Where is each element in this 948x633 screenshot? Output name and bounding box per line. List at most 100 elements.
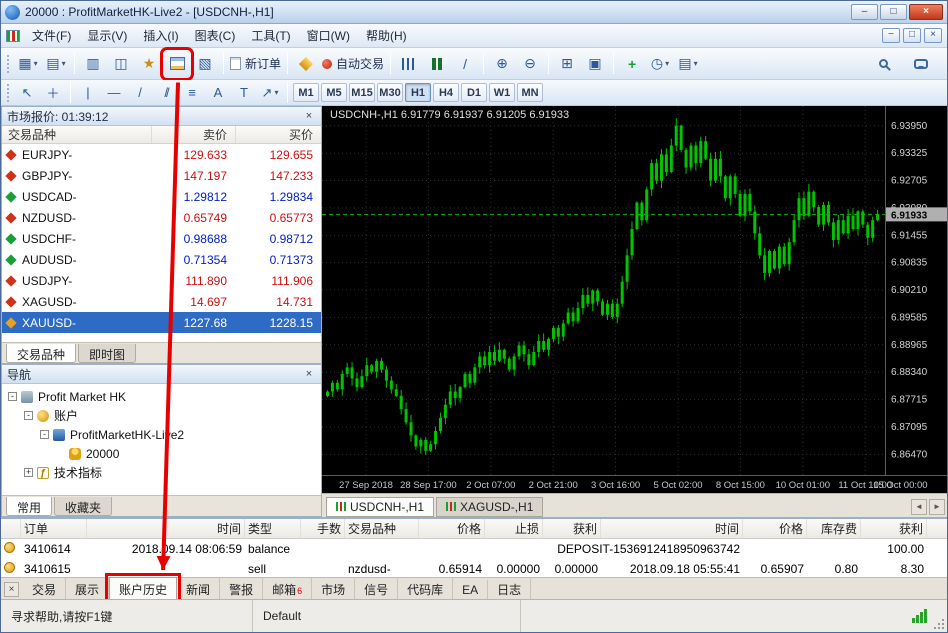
periods-dropdown-button[interactable]: ◷▾: [647, 51, 673, 77]
timeframe-d1[interactable]: D1: [461, 83, 487, 102]
tree-expander[interactable]: +: [24, 468, 33, 477]
scroll-right-button[interactable]: ►: [929, 499, 945, 515]
terminal-column-header[interactable]: 价格: [419, 519, 485, 538]
cursor-button[interactable]: ↖: [15, 82, 39, 103]
terminal-column-header[interactable]: 库存费: [807, 519, 861, 538]
market-watch-close-icon[interactable]: ×: [302, 110, 316, 122]
market-watch-toggle-button[interactable]: ▥: [80, 51, 106, 77]
data-window-toggle-button[interactable]: ◫: [108, 51, 134, 77]
toolbar-grip[interactable]: [7, 84, 10, 102]
terminal-column-header[interactable]: 止损: [485, 519, 543, 538]
horizontal-line-button[interactable]: —: [102, 82, 126, 103]
search-button[interactable]: [870, 51, 896, 77]
market-watch-row[interactable]: USDCHF-0.986880.98712: [2, 228, 321, 249]
indicators-add-button[interactable]: +: [619, 51, 645, 77]
timeframe-mn[interactable]: MN: [517, 83, 543, 102]
close-button[interactable]: ×: [909, 4, 943, 20]
navigator-item[interactable]: +ƒ技术指标: [2, 463, 321, 482]
minimize-button[interactable]: –: [851, 4, 878, 20]
text-label-button[interactable]: T: [232, 82, 256, 103]
zoom-out-button[interactable]: ⊖: [517, 51, 543, 77]
chart-tab[interactable]: USDCNH-,H1: [326, 497, 434, 517]
timeframe-h1[interactable]: H1: [405, 83, 431, 102]
terminal-tab[interactable]: 警报: [220, 578, 263, 601]
menu-insert[interactable]: 插入(I): [135, 24, 186, 47]
history-row[interactable]: 34106142018.09.14 08:06:59balanceDEPOSIT…: [1, 539, 948, 559]
chart-window-icon[interactable]: [6, 30, 20, 42]
terminal-column-header[interactable]: 手数: [301, 519, 345, 538]
tab-common[interactable]: 常用: [6, 497, 52, 516]
menu-view[interactable]: 显示(V): [79, 24, 135, 47]
menu-file[interactable]: 文件(F): [24, 24, 79, 47]
templates-dropdown-button[interactable]: ▤▾: [675, 51, 701, 77]
menu-tools[interactable]: 工具(T): [243, 24, 298, 47]
market-watch-row[interactable]: USDCAD-1.298121.29834: [2, 186, 321, 207]
market-watch-row[interactable]: USDJPY-111.890111.906: [2, 270, 321, 291]
child-close-button[interactable]: ×: [924, 28, 942, 43]
arrows-button[interactable]: ↗▾: [258, 82, 282, 103]
child-restore-button[interactable]: □: [903, 28, 921, 43]
crosshair-button[interactable]: ＋: [41, 82, 65, 103]
tab-favorites[interactable]: 收藏夹: [54, 497, 112, 516]
maximize-button[interactable]: □: [880, 4, 907, 20]
vertical-line-button[interactable]: |: [76, 82, 100, 103]
navigator-item[interactable]: -ProfitMarketHK-Live2: [2, 425, 321, 444]
market-watch-row[interactable]: NZDUSD-0.657490.65773: [2, 207, 321, 228]
terminal-tab[interactable]: 日志: [488, 578, 531, 601]
chat-button[interactable]: [908, 51, 934, 77]
new-chart-button[interactable]: ▦▾: [15, 51, 41, 77]
tab-tick-chart[interactable]: 即时图: [78, 344, 136, 363]
column-bid[interactable]: 卖价: [151, 126, 235, 143]
terminal-tab[interactable]: 交易: [23, 578, 66, 601]
terminal-tab[interactable]: 代码库: [398, 578, 453, 601]
new-order-button[interactable]: 新订单: [229, 51, 282, 77]
cascade-windows-button[interactable]: ▣: [582, 51, 608, 77]
navigator-item[interactable]: -Profit Market HK: [2, 387, 321, 406]
column-ask[interactable]: 买价: [235, 126, 321, 143]
timeframe-w1[interactable]: W1: [489, 83, 515, 102]
terminal-tab[interactable]: 新闻: [177, 578, 220, 601]
toolbar-grip[interactable]: [7, 55, 10, 73]
timeframe-m30[interactable]: M30: [377, 83, 403, 102]
timeframe-m15[interactable]: M15: [349, 83, 375, 102]
metaeditor-button[interactable]: [293, 51, 319, 77]
profiles-button[interactable]: ▤▾: [43, 51, 69, 77]
child-minimize-button[interactable]: −: [882, 28, 900, 43]
candlestick-chart-button[interactable]: [424, 51, 450, 77]
tree-expander[interactable]: -: [8, 392, 17, 401]
trendline-button[interactable]: /: [128, 82, 152, 103]
navigator-close-icon[interactable]: ×: [302, 368, 316, 380]
terminal-column-header[interactable]: 价格: [743, 519, 807, 538]
column-symbol[interactable]: 交易品种: [2, 126, 151, 143]
scroll-left-button[interactable]: ◄: [911, 499, 927, 515]
history-row[interactable]: 3410615sellnzdusd-0.659140.000000.000002…: [1, 559, 948, 579]
terminal-close-button[interactable]: ×: [4, 582, 19, 597]
terminal-tab[interactable]: 信号: [355, 578, 398, 601]
terminal-column-header[interactable]: 类型: [245, 519, 301, 538]
resize-grip[interactable]: [942, 627, 944, 629]
terminal-column-header[interactable]: 时间: [601, 519, 743, 538]
tree-expander[interactable]: -: [40, 430, 49, 439]
navigator-toggle-button[interactable]: ★: [136, 51, 162, 77]
text-button[interactable]: A: [206, 82, 230, 103]
line-chart-button[interactable]: /: [452, 51, 478, 77]
menu-charts[interactable]: 图表(C): [187, 24, 244, 47]
market-watch-row[interactable]: EURJPY-129.633129.655: [2, 144, 321, 165]
channel-button[interactable]: //: [154, 82, 178, 103]
zoom-in-button[interactable]: ⊕: [489, 51, 515, 77]
navigator-item[interactable]: -账户: [2, 406, 321, 425]
status-profile[interactable]: Default: [253, 600, 521, 632]
terminal-column-header[interactable]: 订单: [21, 519, 87, 538]
market-watch-row[interactable]: XAGUSD-14.69714.731: [2, 291, 321, 312]
market-watch-row[interactable]: AUDUSD-0.713540.71373: [2, 249, 321, 270]
navigator-item[interactable]: 20000: [2, 444, 321, 463]
timeframe-m5[interactable]: M5: [321, 83, 347, 102]
tree-expander[interactable]: -: [24, 411, 33, 420]
menu-help[interactable]: 帮助(H): [358, 24, 415, 47]
terminal-tab[interactable]: 市场: [312, 578, 355, 601]
fibonacci-button[interactable]: ≡: [180, 82, 204, 103]
strategy-tester-button[interactable]: ▧: [192, 51, 218, 77]
terminal-column-header[interactable]: 时间: [87, 519, 245, 538]
market-watch-row[interactable]: GBPJPY-147.197147.233: [2, 165, 321, 186]
autotrade-button[interactable]: 自动交易: [321, 51, 385, 77]
